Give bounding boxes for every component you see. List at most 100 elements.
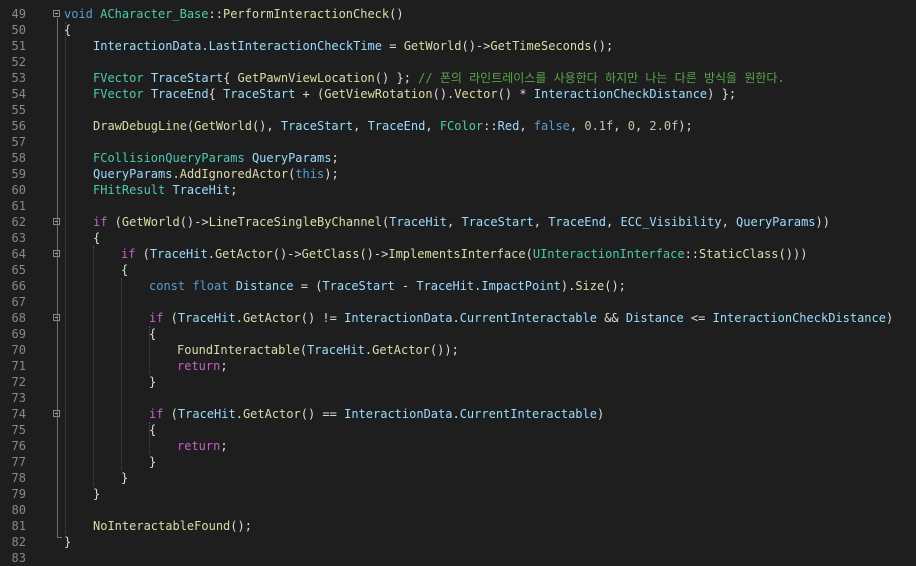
code-text: if (TraceHit.GetActor()->GetClass()->Imp…	[121, 246, 807, 262]
line-number: 49	[11, 7, 26, 21]
code-editor[interactable]: 49 void ACharacter_Base::PerformInteracti…	[0, 0, 916, 565]
code-token: ().	[432, 87, 455, 101]
code-token: );	[324, 167, 339, 181]
code-token: ECC_Visibility	[620, 215, 722, 229]
code-line[interactable]: 70 FoundInteractable(TraceHit.GetActor())…	[0, 342, 916, 358]
code-token: NoInteractableFound	[93, 519, 231, 533]
code-line[interactable]: 64 if (TraceHit.GetActor()->GetClass()->I…	[0, 246, 916, 262]
code-text: {	[121, 262, 128, 278]
code-token: GetViewRotation	[324, 87, 433, 101]
code-line[interactable]: 65 {	[0, 262, 916, 278]
code-token: GetActor	[372, 343, 430, 357]
code-line[interactable]: 63 {	[0, 230, 916, 246]
code-line[interactable]: 81 NoInteractableFound();	[0, 518, 916, 534]
code-line[interactable]: 78}	[0, 470, 916, 486]
code-line[interactable]: 67	[0, 294, 916, 310]
collapse-icon[interactable]	[53, 10, 60, 17]
code-token: + (	[295, 87, 325, 101]
code-line[interactable]: 75 {	[0, 422, 916, 438]
code-line[interactable]: 80	[0, 502, 916, 518]
code-line[interactable]: 76 return;	[0, 438, 916, 454]
code-line[interactable]: 59 QueryParams.AddIgnoredActor(this);	[0, 166, 916, 182]
code-line[interactable]: 51 InteractionData.LastInteractionCheckTi…	[0, 38, 916, 54]
code-line[interactable]: 62 if (GetWorld()->LineTraceSingleByChann…	[0, 214, 916, 230]
code-line[interactable]: 82}	[0, 534, 916, 550]
code-token: this	[295, 167, 325, 181]
code-token: .	[452, 311, 460, 325]
line-number: 82	[11, 535, 26, 549]
code-token: FCollisionQueryParams	[93, 151, 245, 165]
code-token: return	[177, 359, 221, 373]
code-token: () ==	[300, 407, 345, 421]
code-token: Distance	[625, 311, 684, 325]
code-token: .	[201, 39, 209, 53]
code-token: ACharacter_Base	[100, 7, 209, 21]
code-token: ();	[230, 519, 252, 533]
code-token: ,	[519, 119, 534, 133]
code-token: InteractionData	[344, 407, 453, 421]
code-token: ::	[483, 119, 498, 133]
code-token: InteractionData	[344, 311, 453, 325]
code-token: InteractionCheckDistance	[533, 87, 708, 101]
code-line[interactable]: 77}	[0, 454, 916, 470]
code-text: const float Distance = (TraceStart - Tra…	[149, 278, 626, 294]
code-token: FVector	[93, 87, 144, 101]
code-line[interactable]: 55	[0, 102, 916, 118]
code-line[interactable]: 50{	[0, 22, 916, 38]
code-text: InteractionData.LastInteractionCheckTime…	[93, 38, 613, 54]
code-token: ))	[815, 215, 830, 229]
code-line[interactable]: 54 FVector TraceEnd{ TraceStart + (GetVie…	[0, 86, 916, 102]
code-token: TraceEnd	[367, 119, 426, 133]
code-line[interactable]: 79}	[0, 486, 916, 502]
code-line[interactable]: 73	[0, 390, 916, 406]
code-line[interactable]: 66 const float Distance = (TraceStart - T…	[0, 278, 916, 294]
code-token: ()->	[359, 247, 389, 261]
line-number: 70	[11, 343, 26, 357]
outline-guide	[57, 18, 58, 538]
indent-guide	[121, 278, 122, 470]
line-number: 64	[11, 247, 26, 261]
code-text: if (TraceHit.GetActor() == InteractionDa…	[149, 406, 604, 422]
code-line[interactable]: 52	[0, 54, 916, 70]
code-line[interactable]: 69 {	[0, 326, 916, 342]
code-token: GetActor	[242, 407, 301, 421]
code-token: (	[163, 407, 178, 421]
line-number: 77	[11, 455, 26, 469]
code-line[interactable]: 60 FHitResult TraceHit;	[0, 182, 916, 198]
code-line[interactable]: 72}	[0, 374, 916, 390]
code-token: ()->	[272, 247, 302, 261]
code-token: ,	[721, 215, 737, 229]
code-line[interactable]: 74 if (TraceHit.GetActor() == Interaction…	[0, 406, 916, 422]
code-token: (	[525, 247, 533, 261]
code-token: ();	[604, 279, 626, 293]
code-line[interactable]: 57	[0, 134, 916, 150]
code-line[interactable]: 61	[0, 198, 916, 214]
code-line[interactable]: 68 if (TraceHit.GetActor() != Interaction…	[0, 310, 916, 326]
code-text: {	[149, 422, 156, 438]
code-line[interactable]: 49 void ACharacter_Base::PerformInteracti…	[0, 6, 916, 22]
line-number: 59	[11, 167, 26, 181]
code-token: {	[149, 327, 157, 341]
line-number: 53	[11, 71, 26, 85]
code-line[interactable]: 53 FVector TraceStart{ GetPawnViewLocatio…	[0, 70, 916, 86]
code-token: DrawDebugLine	[93, 119, 187, 133]
code-line[interactable]: 83	[0, 550, 916, 566]
code-line[interactable]: 56 DrawDebugLine(GetWorld(), TraceStart, …	[0, 118, 916, 134]
code-token: UInteractionInterface	[532, 247, 685, 261]
indent-guide	[149, 326, 150, 374]
code-token: float	[192, 279, 229, 293]
code-token: TraceHit	[149, 247, 208, 261]
code-token: Vector	[454, 87, 498, 101]
code-token: ()->	[179, 215, 209, 229]
line-number: 74	[11, 407, 26, 421]
code-line[interactable]: 58 FCollisionQueryParams QueryParams;	[0, 150, 916, 166]
code-token: if	[149, 407, 164, 421]
code-token: .	[172, 167, 180, 181]
code-text: DrawDebugLine(GetWorld(), TraceStart, Tr…	[93, 118, 693, 134]
code-text: {	[149, 326, 156, 342]
code-token: );	[678, 119, 693, 133]
line-number: 56	[11, 119, 26, 133]
code-line[interactable]: 71 return;	[0, 358, 916, 374]
code-token: ,	[533, 215, 549, 229]
